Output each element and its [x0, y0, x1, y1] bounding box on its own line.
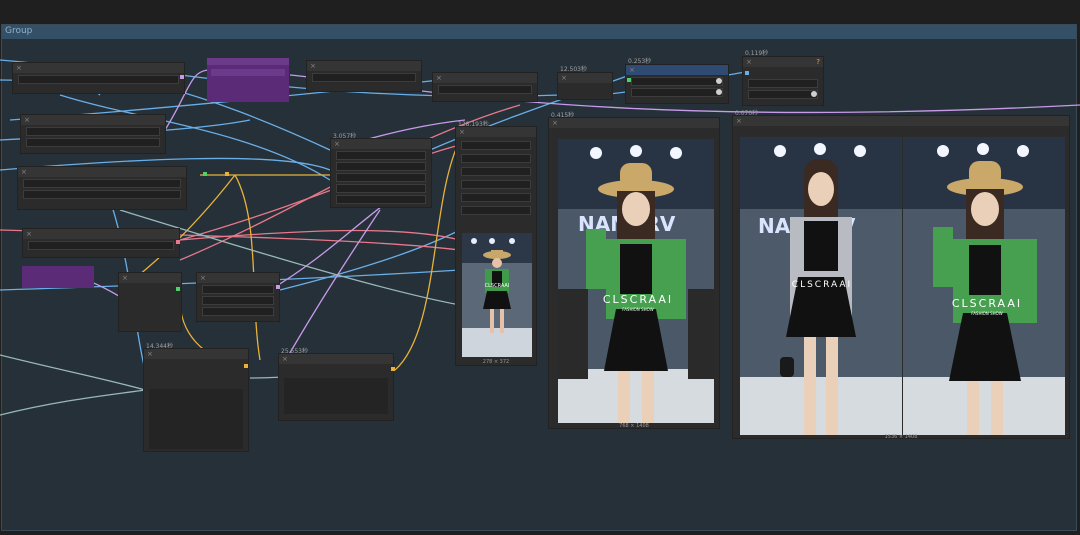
widget-field[interactable] — [336, 195, 426, 204]
close-icon[interactable]: × — [552, 118, 558, 128]
port-dot[interactable] — [276, 285, 280, 289]
image-banner-text: CLSCRAAI — [603, 293, 673, 306]
widget-field[interactable] — [23, 190, 181, 199]
link-pink — [179, 229, 461, 241]
link-grey — [0, 354, 146, 391]
widget-field[interactable] — [26, 127, 160, 136]
widget-field[interactable] — [28, 241, 174, 250]
port-dot[interactable] — [225, 172, 229, 176]
preview-area — [284, 378, 388, 414]
widget-field[interactable] — [202, 285, 274, 294]
warning-icon: ? — [816, 58, 820, 66]
close-icon[interactable]: × — [561, 73, 567, 83]
text-node[interactable]: × — [306, 60, 422, 92]
image-banner-text: CLSCRAAI — [792, 280, 852, 290]
port-dot[interactable] — [244, 364, 248, 368]
widget-field[interactable] — [461, 154, 531, 163]
widget-field[interactable] — [202, 307, 274, 316]
widget-field[interactable] — [336, 151, 426, 160]
toggle-field[interactable] — [631, 88, 723, 97]
loader-node[interactable]: × — [12, 62, 185, 94]
widget-field[interactable] — [336, 173, 426, 182]
close-icon[interactable]: × — [334, 139, 340, 149]
image-size-caption: 768 × 1408 — [619, 423, 649, 429]
muted-node[interactable] — [207, 58, 289, 102]
decode-node[interactable]: × — [143, 348, 249, 452]
runway-image-small: CLSCRAAI — [462, 233, 532, 357]
close-icon[interactable]: × — [629, 65, 635, 75]
preview-node-single[interactable]: × NAMSRV CLSCRAAI FASHION SHOW 768 × 140… — [548, 117, 720, 429]
close-icon[interactable]: × — [436, 73, 442, 83]
encoder-node[interactable]: × — [20, 114, 166, 154]
image-sub-text: FASHION SHOW — [622, 307, 654, 312]
preview-area — [149, 389, 243, 449]
image-size-caption: 278 × 372 — [482, 359, 510, 365]
image-banner-text: CLSCRAAI — [485, 283, 510, 289]
port-dot[interactable] — [745, 71, 749, 75]
toggle-field[interactable] — [748, 90, 818, 99]
close-icon[interactable]: × — [310, 61, 316, 71]
save-node[interactable]: × — [278, 353, 394, 421]
model-node[interactable]: × — [432, 72, 538, 102]
port-dot[interactable] — [391, 367, 395, 371]
vae-node[interactable]: × — [557, 72, 613, 100]
port-dot[interactable] — [180, 75, 184, 79]
image-banner-text: CLSCRAAI — [952, 297, 1022, 310]
widget-field[interactable] — [461, 141, 531, 150]
widget-field[interactable] — [461, 180, 531, 189]
widget-field[interactable] — [23, 179, 181, 188]
port-dot[interactable] — [203, 172, 207, 176]
widget-field[interactable] — [26, 138, 160, 147]
runway-image-right: CLSCRAAI FASHION SHOW — [903, 137, 1065, 435]
close-icon[interactable]: × — [746, 57, 752, 67]
preview-node-pair[interactable]: × NAMSRV CLSCRAAI CLSCRAAI FASHION SHOW — [732, 115, 1070, 440]
upscale-node[interactable]: × — [625, 64, 729, 104]
close-icon[interactable]: × — [122, 273, 128, 283]
close-icon[interactable]: × — [200, 273, 206, 283]
image-size-caption: 1536 × 1408 — [884, 434, 918, 440]
runway-image-single: NAMSRV CLSCRAAI FASHION SHOW — [558, 139, 714, 423]
link-grey — [0, 389, 146, 416]
link-yellow — [234, 174, 261, 361]
runway-image-left: NAMSRV CLSCRAAI — [740, 137, 902, 435]
ksampler-node[interactable]: × — [330, 138, 432, 208]
close-icon[interactable]: × — [26, 229, 32, 239]
close-icon[interactable]: × — [16, 63, 22, 73]
close-icon[interactable]: × — [459, 127, 465, 137]
preview-node-small[interactable]: × CLSCRAAI 278 × 372 — [455, 126, 537, 366]
toggle-field[interactable] — [631, 77, 723, 86]
widget-field[interactable] — [336, 184, 426, 193]
muted-node[interactable] — [22, 266, 94, 288]
widget-field[interactable] — [461, 193, 531, 202]
widget-field[interactable] — [202, 296, 274, 305]
widget-field[interactable] — [461, 167, 531, 176]
image-sub-text: FASHION SHOW — [971, 311, 1003, 316]
widget-field[interactable] — [461, 206, 531, 215]
port-dot[interactable] — [627, 78, 631, 82]
widget-field[interactable] — [438, 85, 532, 94]
widget-field[interactable] — [336, 162, 426, 171]
port-dot[interactable] — [176, 287, 180, 291]
close-icon[interactable]: × — [736, 116, 742, 126]
close-icon[interactable]: × — [282, 354, 288, 364]
close-icon[interactable]: × — [24, 115, 30, 125]
conditioning-node[interactable]: × — [22, 228, 180, 258]
widget-field[interactable] — [312, 73, 416, 82]
sampler-settings-node[interactable]: × — [17, 166, 187, 210]
close-icon[interactable]: × — [147, 349, 153, 359]
close-icon[interactable]: × — [21, 167, 27, 177]
controlnet-node[interactable]: × — [196, 272, 280, 322]
image-scale-node[interactable]: × ? — [742, 56, 824, 106]
widget-field[interactable] — [748, 79, 818, 88]
latent-node[interactable]: × — [118, 272, 182, 332]
widget-field[interactable] — [18, 75, 179, 84]
port-dot[interactable] — [176, 240, 180, 244]
